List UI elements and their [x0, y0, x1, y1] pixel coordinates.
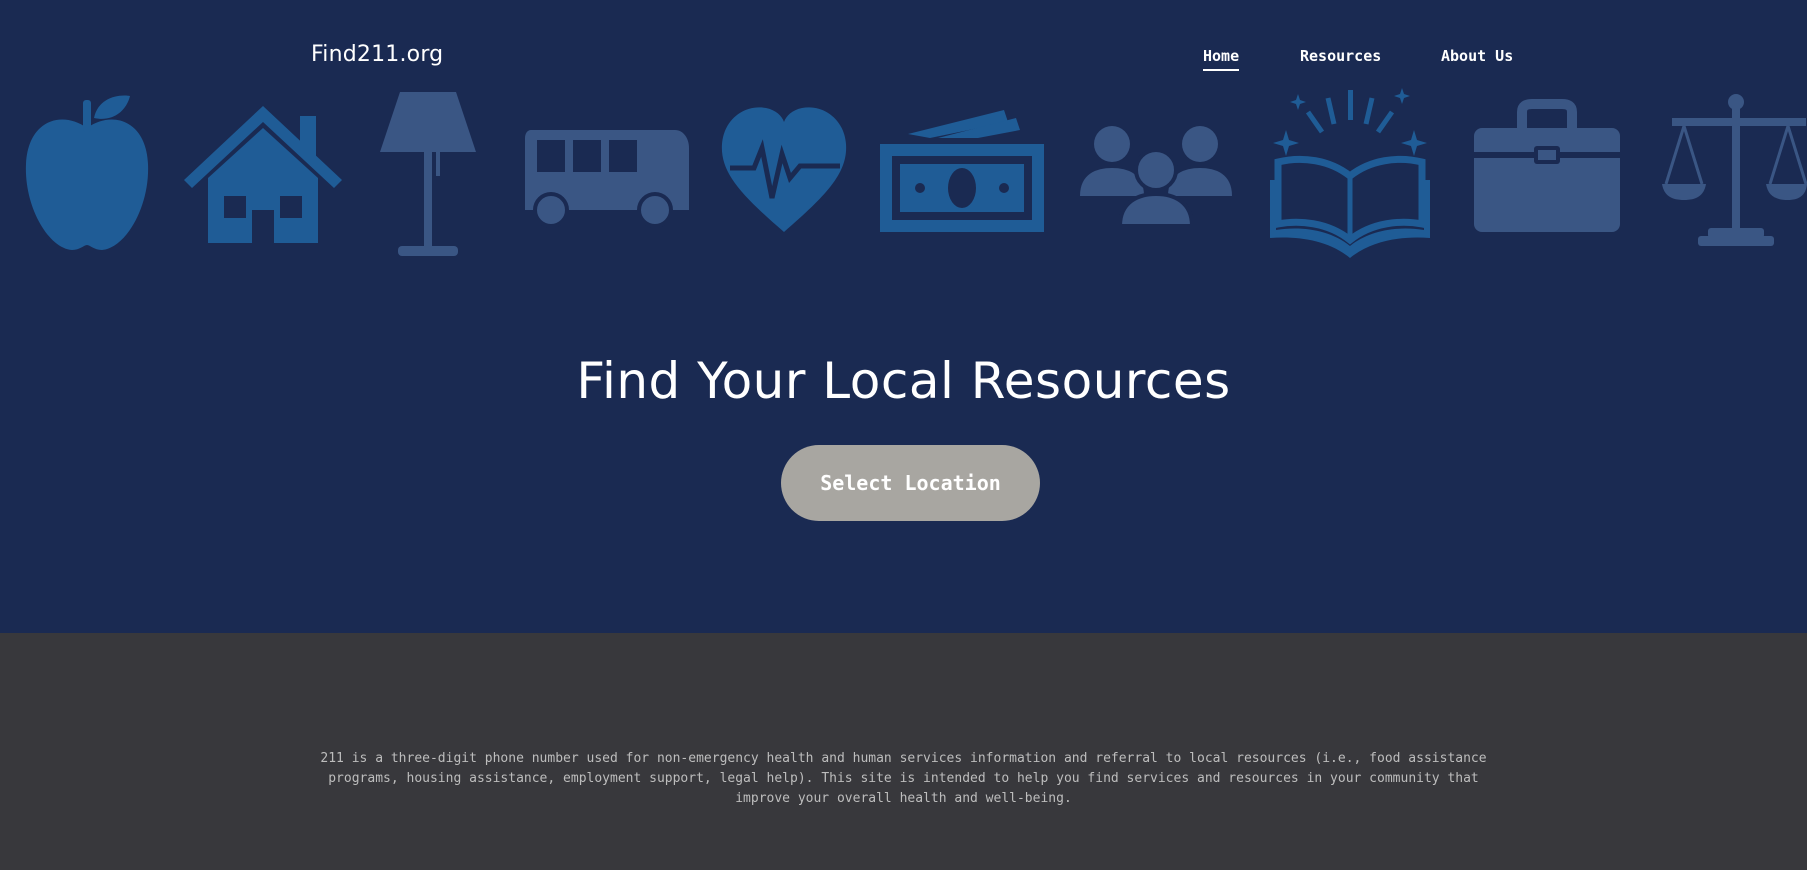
lamp-icon — [378, 88, 478, 268]
hero-section: Find211.org Home Resources About Us Find… — [0, 0, 1807, 633]
resource-icons-banner — [0, 88, 1807, 268]
open-book-icon — [1268, 88, 1432, 268]
nav-resources-link[interactable]: Resources — [1300, 47, 1381, 65]
nav-about-link[interactable]: About Us — [1441, 47, 1513, 65]
main-nav: Home Resources About Us — [0, 47, 1807, 71]
about-section: 211 is a three-digit phone number used f… — [0, 633, 1807, 870]
nav-home-link[interactable]: Home — [1203, 47, 1240, 71]
apple-icon — [22, 88, 152, 268]
money-icon — [878, 88, 1046, 268]
about-description: 211 is a three-digit phone number used f… — [320, 751, 1487, 806]
select-location-button[interactable]: Select Location — [781, 445, 1040, 521]
bus-icon — [523, 88, 691, 268]
page-headline: Find Your Local Resources — [576, 352, 1231, 410]
scales-icon — [1662, 88, 1807, 268]
briefcase-icon — [1472, 88, 1622, 268]
heart-pulse-icon — [720, 88, 848, 268]
house-icon — [184, 88, 342, 268]
people-group-icon — [1078, 88, 1234, 268]
site-header: Find211.org Home Resources About Us — [0, 0, 1807, 100]
